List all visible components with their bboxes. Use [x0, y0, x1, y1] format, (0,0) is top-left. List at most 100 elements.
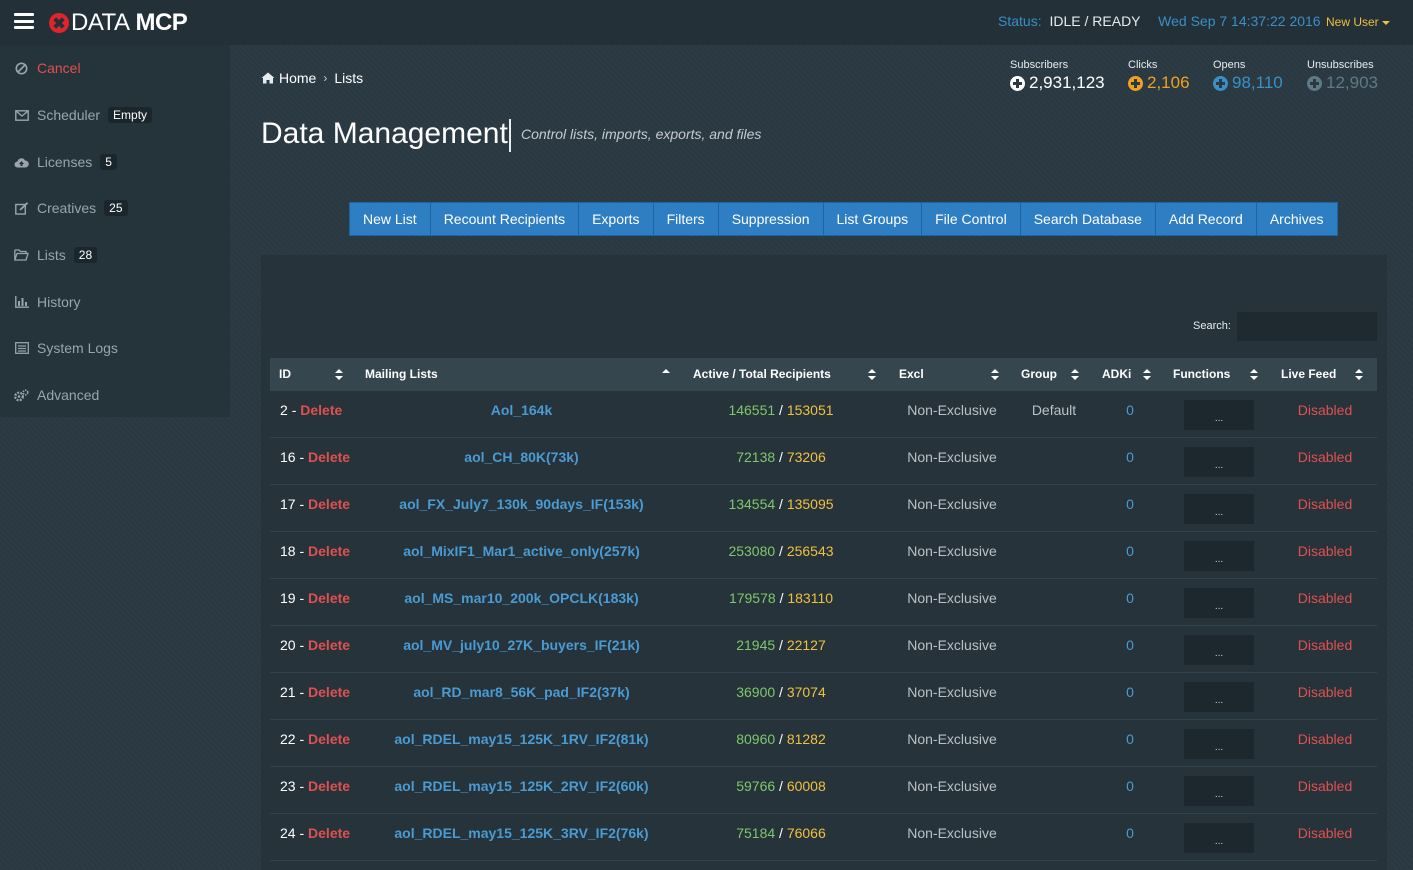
mailing-list-link[interactable]: aol_RD_mar8_56K_pad_IF2(37k) — [370, 684, 673, 700]
delete-link[interactable]: Delete — [308, 825, 350, 841]
delete-link[interactable]: Delete — [308, 543, 350, 559]
menu-toggle-icon[interactable] — [14, 13, 34, 29]
functions-button[interactable]: ... — [1184, 447, 1254, 477]
functions-button[interactable]: ... — [1184, 635, 1254, 665]
col-functions[interactable]: Functions — [1173, 358, 1230, 391]
live-feed-status[interactable]: Disabled — [1280, 543, 1370, 559]
col-id[interactable]: ID — [279, 358, 291, 391]
tab-file-control[interactable]: File Control — [922, 203, 1021, 235]
column-header-label: Excl — [899, 367, 924, 381]
row-id-cell: 21 - Delete — [280, 684, 350, 700]
search-input[interactable] — [1237, 312, 1377, 341]
user-menu[interactable]: New User — [1326, 15, 1390, 29]
sidebar-item-history[interactable]: History — [14, 290, 81, 314]
envelope-icon — [14, 109, 29, 122]
row-id-cell: 20 - Delete — [280, 637, 350, 653]
sort-icon[interactable] — [991, 369, 999, 381]
page-title: Data Management — [261, 117, 508, 150]
functions-button[interactable]: ... — [1184, 588, 1254, 618]
total-count: 81282 — [786, 731, 826, 747]
delete-link[interactable]: Delete — [308, 731, 350, 747]
recipients-slash: / — [779, 684, 783, 700]
mailing-list-link[interactable]: aol_RDEL_may15_125K_2RV_IF2(60k) — [370, 778, 673, 794]
page-subtitle: Control lists, imports, exports, and fil… — [521, 126, 762, 142]
recipients-cell: 36900 / 37074 — [690, 684, 872, 700]
mailing-list-link[interactable]: aol_RDEL_may15_125K_3RV_IF2(76k) — [370, 825, 673, 841]
mailing-list-link[interactable]: Aol_164k — [370, 402, 673, 418]
sidebar-item-scheduler[interactable]: Scheduler Empty — [14, 103, 153, 127]
tab-archives[interactable]: Archives — [1257, 203, 1337, 235]
live-feed-status[interactable]: Disabled — [1280, 731, 1370, 747]
live-feed-status[interactable]: Disabled — [1280, 637, 1370, 653]
functions-button[interactable]: ... — [1184, 776, 1254, 806]
tab-suppression[interactable]: Suppression — [719, 203, 824, 235]
tab-recount-recipients[interactable]: Recount Recipients — [431, 203, 580, 235]
live-feed-status[interactable]: Disabled — [1280, 778, 1370, 794]
mailing-list-link[interactable]: aol_RDEL_may15_125K_1RV_IF2(81k) — [370, 731, 673, 747]
sidebar-item-creatives[interactable]: Creatives 25 — [14, 196, 128, 220]
col-excl[interactable]: Excl — [899, 358, 924, 391]
mailing-list-link[interactable]: aol_CH_80K(73k) — [370, 449, 673, 465]
functions-button[interactable]: ... — [1184, 400, 1254, 430]
recipients-cell: 21945 / 22127 — [690, 637, 872, 653]
mailing-list-link[interactable]: aol_FX_July7_130k_90days_IF(153k) — [370, 496, 673, 512]
brand-logo[interactable]: DATA MCP — [49, 9, 188, 37]
live-feed-status[interactable]: Disabled — [1280, 825, 1370, 841]
tab-new-list[interactable]: New List — [350, 203, 431, 235]
sidebar-item-label: Advanced — [37, 387, 100, 403]
functions-button[interactable]: ... — [1184, 682, 1254, 712]
sidebar-item-system-logs[interactable]: System Logs — [14, 336, 118, 360]
recipients-cell: 72138 / 73206 — [690, 449, 872, 465]
tab-exports[interactable]: Exports — [579, 203, 654, 235]
col-group[interactable]: Group — [1021, 358, 1057, 391]
live-feed-status[interactable]: Disabled — [1280, 684, 1370, 700]
tab-filters[interactable]: Filters — [654, 203, 719, 235]
functions-button[interactable]: ... — [1184, 494, 1254, 524]
sidebar-item-lists[interactable]: Lists 28 — [14, 243, 98, 267]
sidebar-item-advanced[interactable]: Advanced — [14, 383, 99, 407]
sort-icon[interactable] — [1250, 369, 1258, 381]
col-adki[interactable]: ADKi — [1102, 358, 1131, 391]
mailing-list-link[interactable]: aol_MS_mar10_200k_OPCLK(183k) — [370, 590, 673, 606]
tab-list-groups[interactable]: List Groups — [824, 203, 923, 235]
delete-link[interactable]: Delete — [308, 778, 350, 794]
active-count: 134554 — [728, 496, 776, 512]
delete-link[interactable]: Delete — [308, 637, 350, 653]
live-feed-status[interactable]: Disabled — [1280, 496, 1370, 512]
mailing-list-link[interactable]: aol_MixIF1_Mar1_active_only(257k) — [370, 543, 673, 559]
tab-add-record[interactable]: Add Record — [1156, 203, 1257, 235]
home-icon[interactable] — [261, 72, 275, 84]
delete-link[interactable]: Delete — [300, 402, 342, 418]
total-count: 256543 — [786, 543, 834, 559]
functions-button[interactable]: ... — [1184, 823, 1254, 853]
sort-icon[interactable] — [1355, 369, 1363, 381]
stat-label: Subscribers — [1010, 59, 1069, 71]
live-feed-status[interactable]: Disabled — [1280, 402, 1370, 418]
delete-link[interactable]: Delete — [308, 496, 350, 512]
delete-link[interactable]: Delete — [308, 684, 350, 700]
group: Default — [1031, 402, 1077, 418]
row-id: 18 — [280, 543, 296, 559]
table-row: 2 - Delete Aol_164k 146551 / 153051 Non-… — [270, 391, 1377, 438]
sort-icon[interactable] — [868, 369, 876, 381]
col-recipients[interactable]: Active / Total Recipients — [693, 358, 831, 391]
sort-icon[interactable] — [335, 369, 343, 381]
sort-icon[interactable] — [1071, 369, 1079, 381]
sidebar-item-licenses[interactable]: Licenses 5 — [14, 150, 117, 174]
functions-button[interactable]: ... — [1184, 729, 1254, 759]
functions-button[interactable]: ... — [1184, 541, 1254, 571]
sort-icon[interactable] — [1143, 369, 1151, 381]
breadcrumb-home[interactable]: Home — [279, 70, 316, 86]
id-separator: - — [299, 825, 305, 841]
tab-search-database[interactable]: Search Database — [1021, 203, 1156, 235]
delete-link[interactable]: Delete — [308, 449, 350, 465]
col-mailing-lists[interactable]: Mailing Lists — [365, 358, 438, 391]
sort-asc-icon[interactable] — [662, 369, 670, 381]
col-live-feed[interactable]: Live Feed — [1281, 358, 1336, 391]
live-feed-status[interactable]: Disabled — [1280, 449, 1370, 465]
table-header: ID Mailing Lists Active / Total Recipien… — [270, 358, 1377, 391]
live-feed-status[interactable]: Disabled — [1280, 590, 1370, 606]
delete-link[interactable]: Delete — [308, 590, 350, 606]
mailing-list-link[interactable]: aol_MV_july10_27K_buyers_IF(21k) — [370, 637, 673, 653]
sidebar-item-cancel[interactable]: Cancel — [14, 56, 81, 80]
